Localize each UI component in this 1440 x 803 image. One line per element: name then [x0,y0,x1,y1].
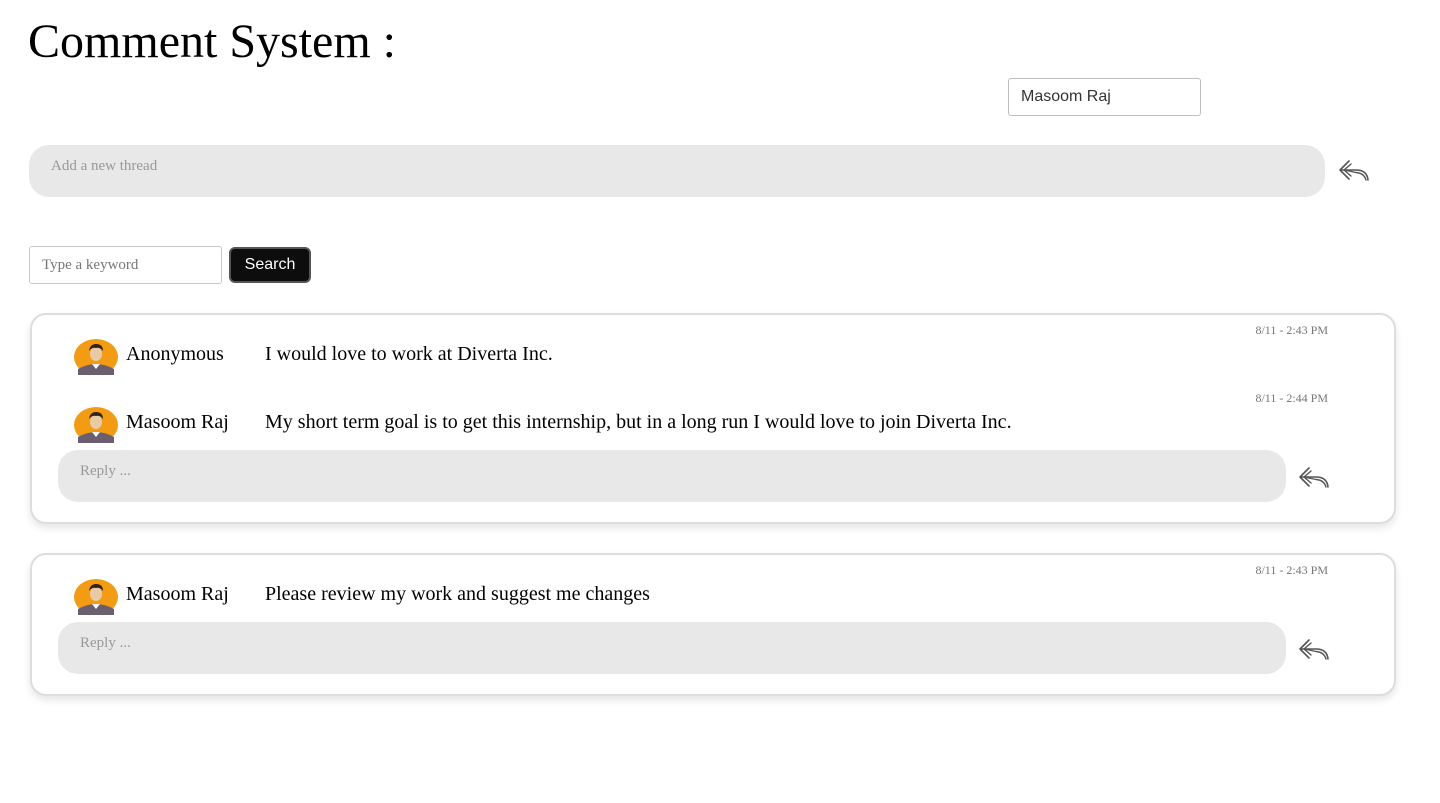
comment-text: Please review my work and suggest me cha… [265,583,650,605]
comment-text: I would love to work at Diverta Inc. [265,343,553,365]
page-title: Comment System : [28,15,397,68]
thread-card: 8/11 - 2:43 PM Anonymous I would love to… [30,313,1396,524]
thread-card: 8/11 - 2:43 PM Masoom Raj Please review … [30,553,1396,696]
avatar [74,407,118,443]
reply-arrow-icon[interactable] [1338,158,1370,184]
new-thread-input[interactable]: Add a new thread [29,145,1325,197]
avatar [74,579,118,615]
search-button[interactable]: Search [229,247,311,283]
comment-author: Masoom Raj [126,411,229,433]
reply-arrow-icon[interactable] [1298,465,1330,491]
comment-timestamp: 8/11 - 2:43 PM [1255,563,1328,577]
reply-input[interactable]: Reply ... [58,622,1286,674]
comment-author: Masoom Raj [126,583,229,605]
comment-text: My short term goal is to get this intern… [265,411,1012,433]
reply-arrow-icon[interactable] [1298,637,1330,663]
search-input[interactable]: Type a keyword [29,246,222,284]
comment-timestamp: 8/11 - 2:44 PM [1255,391,1328,405]
comment-timestamp: 8/11 - 2:43 PM [1255,323,1328,337]
comment-author: Anonymous [126,343,224,365]
avatar [74,339,118,375]
user-select[interactable]: Masoom Raj [1008,78,1201,116]
reply-input[interactable]: Reply ... [58,450,1286,502]
